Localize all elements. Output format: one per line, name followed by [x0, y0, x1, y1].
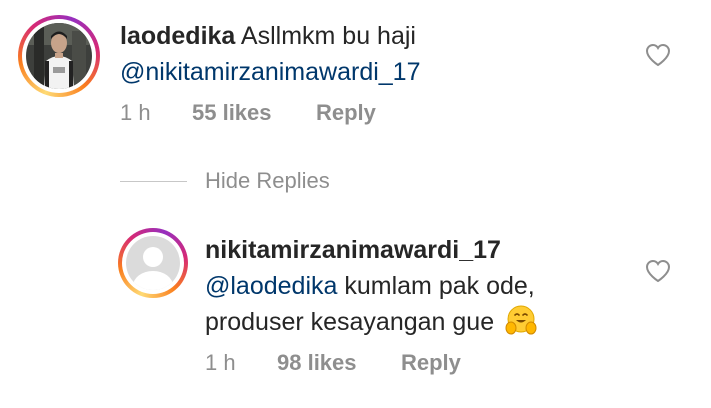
comment-likes[interactable]: 55 likes: [192, 100, 272, 126]
comment-mention[interactable]: @nikitamirzanimawardi_17: [120, 58, 421, 86]
comment-time: 1 h: [120, 100, 151, 125]
default-profile-icon: [126, 236, 180, 290]
reply-mention[interactable]: @laodedika: [205, 272, 337, 300]
reply-username[interactable]: nikitamirzanimawardi_17: [205, 236, 501, 264]
comment-body: laodedika Asllmkm bu haji @nikitamirzani…: [120, 18, 620, 90]
comment-username[interactable]: laodedika: [120, 22, 235, 50]
profile-photo: [26, 23, 92, 89]
reply-text-line1: kumlam pak ode,: [344, 272, 535, 300]
reply-text-line2: produser kesayangan gue: [205, 308, 495, 336]
hugging-face-emoji: [505, 305, 537, 335]
replies-divider: [120, 181, 187, 182]
comment-text: Asllmkm bu haji: [240, 22, 416, 50]
commenter-avatar[interactable]: [18, 15, 100, 97]
reply-time: 1 h: [205, 350, 236, 375]
hide-replies-button[interactable]: Hide Replies: [205, 168, 330, 194]
comment-reply-button[interactable]: Reply: [316, 100, 376, 126]
reply-body: nikitamirzanimawardi_17 @laodedika kumla…: [205, 232, 625, 340]
reply-likes[interactable]: 98 likes: [277, 350, 357, 376]
heart-outline-icon[interactable]: [645, 43, 671, 67]
heart-outline-icon[interactable]: [645, 259, 671, 283]
reply-avatar[interactable]: [118, 228, 188, 298]
reply-reply-button[interactable]: Reply: [401, 350, 461, 376]
